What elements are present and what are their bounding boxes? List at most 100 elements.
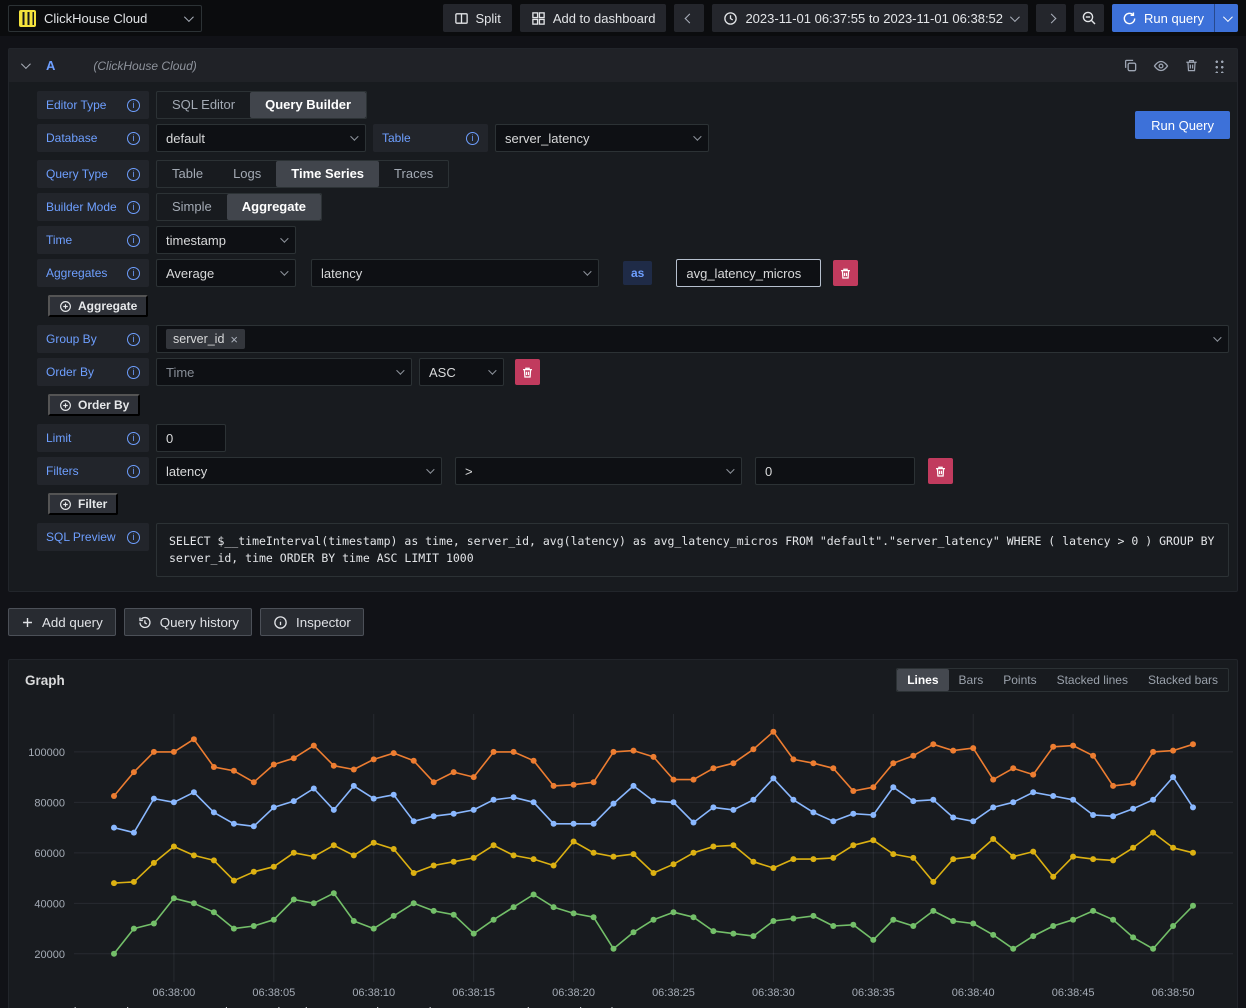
remove-order-by-button[interactable] [515,359,540,385]
info-circle-icon [273,615,288,630]
eye-icon[interactable] [1153,58,1169,74]
chevron-down-icon [350,132,358,140]
builder-mode-aggregate[interactable]: Aggregate [227,194,321,220]
aggregate-function-select[interactable]: Average [156,259,296,287]
add-query-button[interactable]: Add query [8,608,116,636]
plus-circle-icon [59,300,72,313]
query-row-header: A (ClickHouse Cloud) [9,49,1237,82]
remove-filter-button[interactable] [928,458,953,484]
run-query-button[interactable]: Run query [1112,4,1238,32]
builder-mode-simple[interactable]: Simple [157,194,227,220]
editor-type-sql-editor[interactable]: SQL Editor [157,92,250,118]
table-select[interactable]: server_latency [495,124,709,152]
query-type-table[interactable]: Table [157,161,218,187]
editor-type-toggle: SQL Editor Query Builder [156,91,367,119]
remove-aggregate-button[interactable] [833,260,858,286]
limit-input[interactable] [156,424,226,452]
aggregate-column-select[interactable]: latency [311,259,599,287]
svg-text:06:38:05: 06:38:05 [252,987,295,999]
info-icon[interactable]: i [127,99,140,112]
inspector-button[interactable]: Inspector [260,608,364,636]
time-range-forward-button[interactable] [1036,4,1066,32]
query-type-label: Query Type i [37,160,149,188]
svg-text:40000: 40000 [34,898,65,910]
query-ref-id: A [46,58,55,73]
apps-grid-icon [531,11,546,26]
editor-type-query-builder[interactable]: Query Builder [250,92,366,118]
time-range-back-button[interactable] [674,4,704,32]
as-badge: as [623,261,652,285]
info-icon[interactable]: i [127,168,140,181]
add-to-dashboard-button[interactable]: Add to dashboard [520,4,667,32]
chevron-down-icon [726,465,734,473]
order-by-direction-select[interactable]: ASC [419,358,504,386]
query-type-toggle: Table Logs Time Series Traces [156,160,449,188]
chevron-down-icon [1213,333,1221,341]
filter-value-input[interactable] [755,457,915,485]
aggregate-alias-input[interactable] [676,259,821,287]
graph-panel: Graph Lines Bars Points Stacked lines St… [8,659,1238,1008]
info-icon[interactable]: i [127,132,140,145]
svg-text:06:38:25: 06:38:25 [652,987,695,999]
time-range-picker[interactable]: 2023-11-01 06:37:55 to 2023-11-01 06:38:… [712,4,1028,32]
plus-icon [21,616,34,629]
collapse-chevron-icon[interactable] [21,59,31,69]
graph-mode-stacked-lines[interactable]: Stacked lines [1047,669,1138,691]
filter-field-select[interactable]: latency [156,457,442,485]
graph-mode-bars[interactable]: Bars [949,669,994,691]
graph-mode-lines[interactable]: Lines [897,669,948,691]
add-to-dashboard-label: Add to dashboard [553,11,656,26]
svg-text:06:38:40: 06:38:40 [952,987,995,999]
group-by-label: Group By i [37,325,149,353]
datasource-picker[interactable]: ClickHouse Cloud [8,5,202,32]
trash-icon [521,366,534,379]
svg-text:60000: 60000 [34,848,65,860]
sql-preview-text: SELECT $__timeInterval(timestamp) as tim… [156,523,1229,577]
query-type-logs[interactable]: Logs [218,161,276,187]
chevron-down-icon [280,234,288,242]
database-label: Database i [37,124,149,152]
info-icon[interactable]: i [127,465,140,478]
duplicate-query-icon[interactable] [1123,58,1138,73]
graph-mode-points[interactable]: Points [993,669,1046,691]
info-icon[interactable]: i [127,267,140,280]
trash-icon[interactable] [1184,58,1199,73]
trash-icon [934,465,947,478]
query-history-button[interactable]: Query history [124,608,252,636]
datasource-name: ClickHouse Cloud [44,11,176,26]
aggregates-label: Aggregates i [37,259,149,287]
run-query-label: Run query [1144,11,1204,26]
info-icon[interactable]: i [127,366,140,379]
add-filter-button[interactable]: Filter [48,493,118,515]
info-icon[interactable]: i [127,234,140,247]
add-aggregate-button[interactable]: Aggregate [48,295,148,317]
split-button[interactable]: Split [443,4,512,32]
panel-run-query-button[interactable]: Run Query [1135,111,1230,139]
group-by-multiselect[interactable]: server_id × [156,325,1229,353]
search-minus-icon [1081,10,1097,26]
order-by-label: Order By i [37,358,149,386]
chevron-down-icon [280,267,288,275]
chevron-right-icon [1046,13,1056,23]
filter-operator-select[interactable]: > [455,457,742,485]
info-icon[interactable]: i [466,132,479,145]
chevron-down-icon [583,267,591,275]
info-icon[interactable]: i [127,432,140,445]
table-label: Table i [373,124,488,152]
info-icon[interactable]: i [127,201,140,214]
add-order-by-button[interactable]: Order By [48,394,140,416]
database-select[interactable]: default [156,124,366,152]
query-type-time-series[interactable]: Time Series [276,161,379,187]
run-query-dropdown[interactable] [1214,4,1238,32]
info-icon[interactable]: i [127,333,140,346]
time-series-chart[interactable]: 2000040000600008000010000006:38:0006:38:… [17,702,1239,1002]
time-column-select[interactable]: timestamp [156,226,296,254]
query-type-traces[interactable]: Traces [379,161,448,187]
order-by-field-select[interactable]: Time [156,358,412,386]
zoom-out-button[interactable] [1074,4,1104,32]
svg-text:06:38:35: 06:38:35 [852,987,895,999]
chip-remove-icon[interactable]: × [230,333,238,346]
graph-mode-stacked-bars[interactable]: Stacked bars [1138,669,1228,691]
info-icon[interactable]: i [127,531,140,544]
drag-handle[interactable] [1214,58,1225,73]
